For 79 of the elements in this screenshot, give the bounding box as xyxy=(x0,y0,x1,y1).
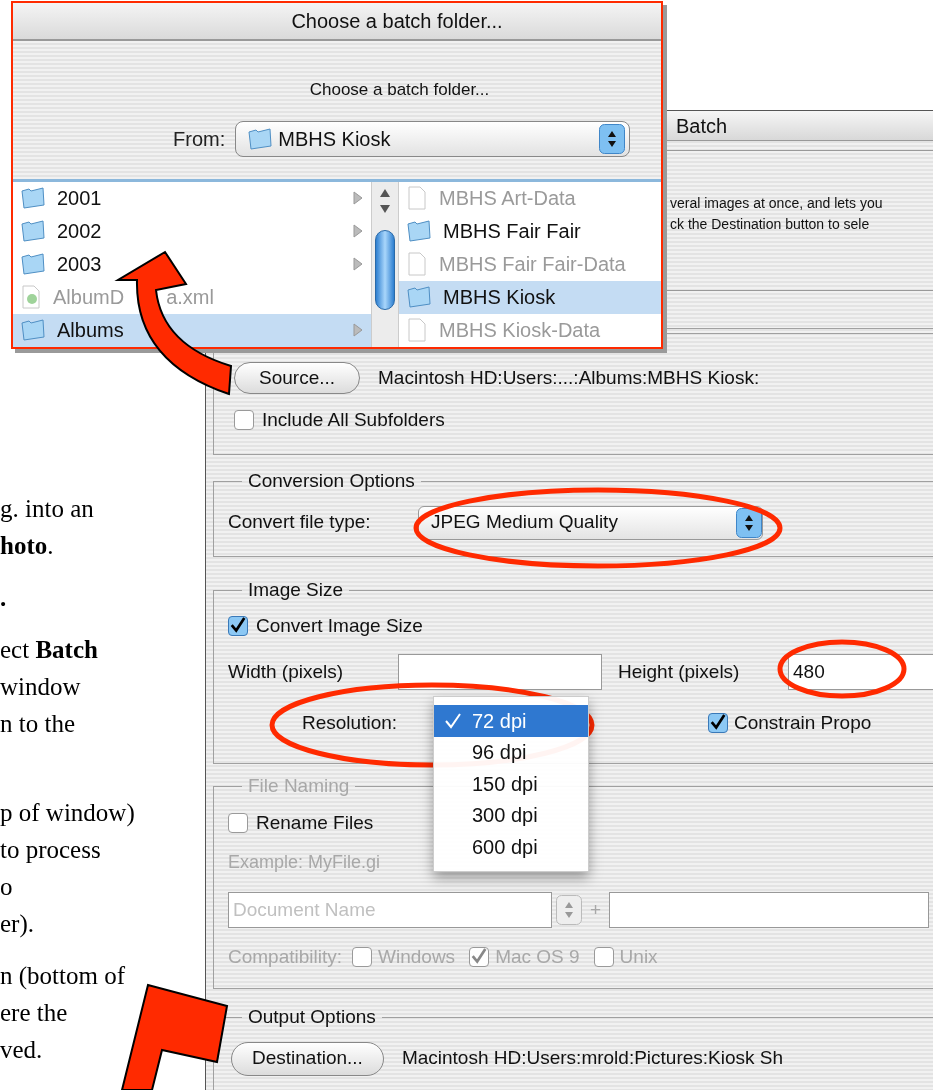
folder-icon xyxy=(407,220,431,243)
scroll-bar[interactable] xyxy=(371,181,399,347)
checkbox-label: Convert Image Size xyxy=(256,613,423,638)
instruction-text: p of window) to process o er). xyxy=(0,798,135,940)
folder-icon xyxy=(248,127,273,150)
plus-sign: + xyxy=(590,897,602,922)
example-text: Example: MyFile.gi xyxy=(228,851,382,874)
browser-item-label: MBHS Fair Fair-Data xyxy=(439,252,626,278)
instruction-text: n (bottom of ere the ved. xyxy=(0,961,126,1065)
menu-item[interactable]: 72 dpi xyxy=(434,705,588,737)
checkbox-label: Include All Subfolders xyxy=(262,408,445,432)
from-dropdown[interactable]: MBHS Kiosk xyxy=(235,120,631,157)
checkbox[interactable] xyxy=(228,615,248,636)
source-button[interactable]: Source... xyxy=(234,362,361,394)
group-title: Image Size xyxy=(247,578,345,602)
file-type-dropdown[interactable]: JPEG Medium Quality xyxy=(418,505,763,540)
checkbox-label: Mac OS 9 xyxy=(495,945,580,969)
browser-item-label: MBHS Art-Data xyxy=(439,186,576,212)
browser-item-label: MBHS Kiosk-Data xyxy=(439,318,601,344)
scroll-thumb[interactable] xyxy=(375,229,395,310)
browser-item-label: Albums xyxy=(57,318,124,344)
checkbox-label: Unix xyxy=(619,945,658,969)
browser-row[interactable]: MBHS Kiosk xyxy=(399,280,661,314)
folder-icon xyxy=(21,187,45,210)
xml-file-icon xyxy=(21,285,41,310)
disclosure-arrow-icon xyxy=(353,257,363,272)
folder-icon xyxy=(21,220,45,243)
disclosure-arrow-icon xyxy=(353,224,363,239)
field-label: Compatibility: xyxy=(228,945,343,969)
browser-item-label: MBHS Kiosk xyxy=(443,285,556,311)
checkbox[interactable] xyxy=(234,410,254,431)
width-field[interactable] xyxy=(398,654,602,690)
field-label: Width (pixels) xyxy=(228,659,345,684)
menu-item[interactable]: 300 dpi xyxy=(434,799,588,831)
menu-item[interactable]: 150 dpi xyxy=(434,768,588,800)
checkmark-icon xyxy=(444,711,462,730)
scroll-up-icon[interactable] xyxy=(379,187,391,198)
instruction-text: ect Batch window n to the xyxy=(0,635,99,739)
document-icon xyxy=(407,252,427,277)
menu-item[interactable]: 600 dpi xyxy=(434,831,588,863)
browser-item-label: AlbumD xyxy=(53,285,125,311)
browser-item-label: a.xml xyxy=(166,285,214,311)
document-icon xyxy=(407,186,427,211)
field-label: Convert file type: xyxy=(228,510,371,535)
group-title: Conversion Options xyxy=(247,469,416,493)
disclosure-arrow-icon xyxy=(353,191,363,206)
dialog-title: Choose a batch folder... xyxy=(291,9,503,34)
browser-item-label: 2003 xyxy=(57,252,102,278)
checkbox-label: Rename Files xyxy=(256,810,374,835)
stepper-icon xyxy=(556,895,582,925)
source-path: Macintosh HD:Users:...:Albums:MBHS Kiosk: xyxy=(378,365,760,390)
checkbox[interactable] xyxy=(708,713,728,734)
from-label: From: xyxy=(173,126,226,152)
stepper-icon xyxy=(599,123,626,154)
dialog-prompt: Choose a batch folder... xyxy=(309,79,490,101)
browser-item-label: MBHS Fair Fair xyxy=(443,219,581,245)
folder-icon xyxy=(21,319,45,342)
height-field[interactable]: 480 xyxy=(788,654,933,690)
destination-path: Macintosh HD:Users:mrold:Pictures:Kiosk Sh xyxy=(401,1046,784,1071)
instruction-text: . xyxy=(0,583,8,613)
checkbox-label: Constrain Propo xyxy=(734,711,872,735)
field-label: Resolution: xyxy=(302,711,398,735)
stepper-icon xyxy=(736,507,762,538)
instruction-text: g. into an hoto. xyxy=(0,494,95,561)
description-text: veral images at once, and lets you ck the Destination button to sele xyxy=(670,194,884,234)
scroll-down-icon[interactable] xyxy=(379,203,391,214)
folder-icon xyxy=(407,286,431,309)
disclosure-arrow-icon xyxy=(353,323,363,338)
destination-button[interactable]: Destination... xyxy=(231,1041,384,1076)
group-title: File Naming xyxy=(247,774,351,798)
browser-item-label: 2001 xyxy=(57,186,102,212)
menu-item[interactable]: 96 dpi xyxy=(434,736,588,768)
document-icon xyxy=(407,318,427,343)
folder-icon xyxy=(21,253,45,276)
field-label: Height (pixels) xyxy=(618,659,740,684)
group-title: Output Options xyxy=(247,1005,377,1029)
checkbox-label: Windows xyxy=(378,945,456,969)
window-title: Batch xyxy=(676,113,728,139)
browser-item-label: 2002 xyxy=(57,219,102,245)
